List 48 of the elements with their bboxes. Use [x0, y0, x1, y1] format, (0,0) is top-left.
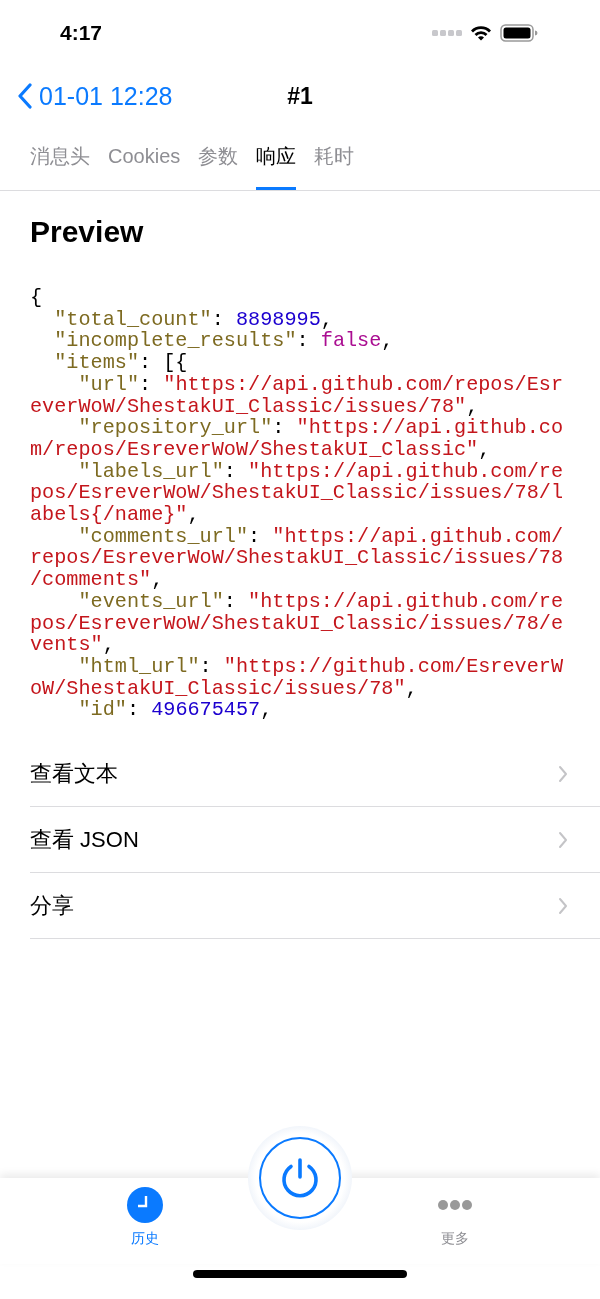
code-line: "total_count": 8898995, [53, 308, 334, 331]
back-button[interactable]: 01-01 12:28 [18, 81, 173, 111]
chevron-right-icon [558, 896, 568, 915]
action-row[interactable]: 查看 JSON [30, 807, 600, 874]
code-line: abels{/name}", [30, 504, 201, 526]
code-line: repos/EsreverWoW/ShestakUI_Classic/issues/78 [30, 547, 565, 570]
code-line: "events_url": "https://api.github.com/re [77, 590, 565, 613]
code-line: "id": 496675457, [77, 699, 274, 722]
battery-icon [500, 24, 538, 42]
preview-title: Preview [30, 215, 145, 249]
clock-icon [127, 1187, 163, 1223]
signal-icon [432, 29, 462, 37]
code-line: pos/EsreverWoW/ShestakUI_Classic/issues/78/e [30, 612, 565, 635]
tab[interactable]: 耗时 [314, 126, 355, 190]
chevron-right-icon [558, 764, 568, 783]
row-label: 分享 [30, 891, 74, 920]
code-line: "comments_url": "https://api.github.com/ [77, 525, 565, 548]
code-line: pos/EsreverWoW/ShestakUI_Classic/issues/78/l [30, 482, 565, 505]
wifi-icon [470, 25, 492, 41]
code-line: "html_url": "https://github.com/EsreverW [77, 655, 565, 678]
back-chevron-icon [18, 83, 32, 109]
chevron-right-icon [558, 830, 568, 849]
code-line: m/repos/EsreverWoW/ShestakUI_Classic", [30, 438, 492, 461]
power-icon [279, 1157, 321, 1199]
status-time: 4:17 [60, 21, 103, 45]
tab[interactable]: 消息头 [30, 126, 90, 190]
code-line: { [30, 287, 44, 309]
code-line: "incomplete_results": false, [53, 330, 395, 353]
code-line: "items": [{ [53, 352, 189, 374]
code-line: "labels_url": "https://api.github.com/re [77, 460, 565, 483]
more-icon [437, 1199, 473, 1211]
tab-bar-item[interactable]: 更多 [437, 1178, 473, 1264]
code-line: /comments", [30, 569, 165, 591]
tab[interactable]: 响应 [256, 126, 297, 190]
tab-bar-item[interactable]: 历史 [127, 1178, 163, 1264]
code-line: "url": "https://api.github.com/repos/Esr [77, 373, 565, 396]
nav-title: #1 [287, 82, 313, 110]
action-row[interactable]: 查看文本 [30, 741, 600, 808]
code-line: vents", [30, 634, 116, 656]
tab[interactable]: Cookies [108, 126, 181, 190]
code-line: everWoW/ShestakUI_Classic/issues/78", [30, 395, 480, 418]
code-line: "repository_url": "https://api.github.co [77, 417, 565, 439]
power-button[interactable] [259, 1137, 341, 1219]
row-label: 查看 JSON [30, 825, 139, 854]
row-label: 查看文本 [30, 759, 118, 788]
code-line: oW/ShestakUI_Classic/issues/78", [30, 677, 419, 700]
action-row[interactable]: 分享 [30, 873, 600, 940]
tab[interactable]: 参数 [198, 126, 239, 190]
